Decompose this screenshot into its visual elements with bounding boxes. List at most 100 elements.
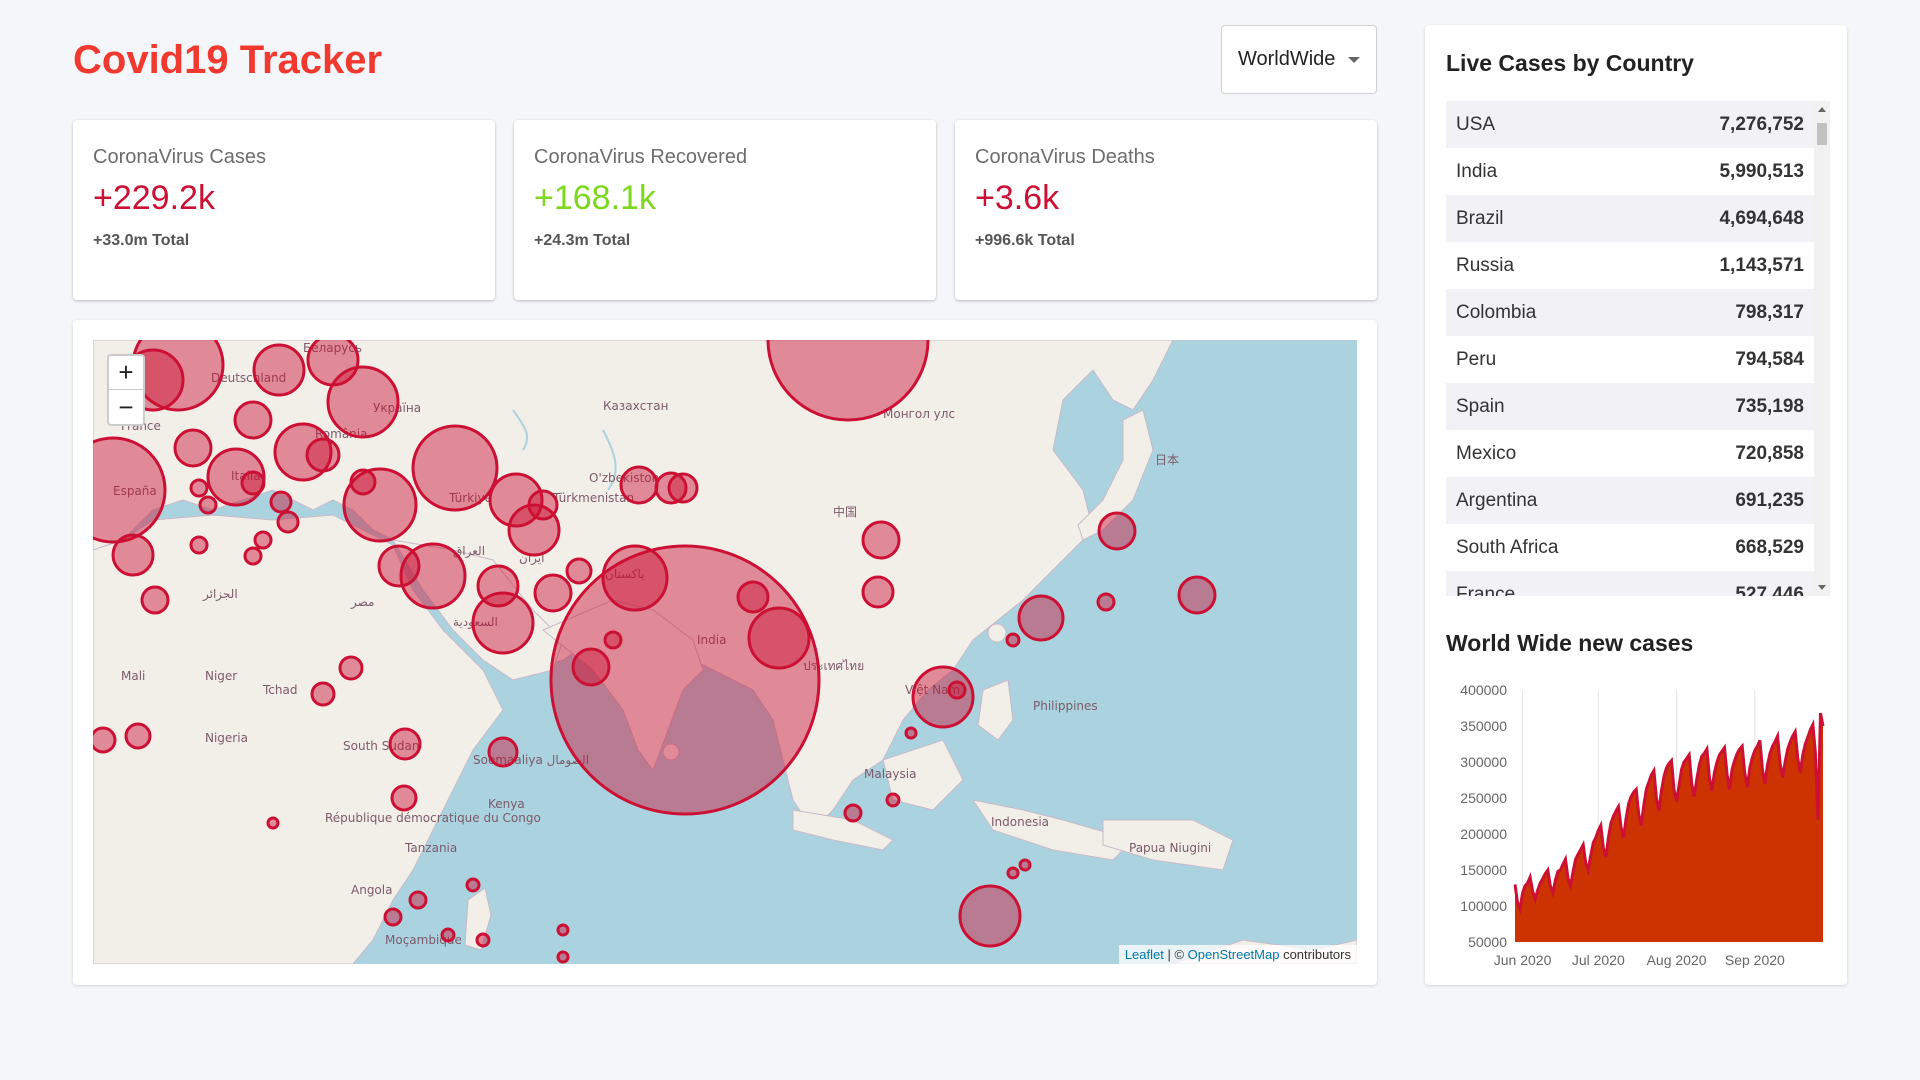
case-circle[interactable] <box>140 585 170 615</box>
country-select[interactable]: WorldWide <box>1221 25 1377 94</box>
cases-card[interactable]: CoronaVirus Cases +229.2k +33.0m Total <box>73 120 495 300</box>
case-circle[interactable] <box>326 365 400 439</box>
leaflet-link[interactable]: Leaflet <box>1125 947 1164 962</box>
table-row[interactable]: USA 7,276,752 <box>1446 101 1814 148</box>
table-row[interactable]: Russia 1,143,571 <box>1446 242 1814 289</box>
case-circle[interactable] <box>243 546 263 566</box>
case-circle[interactable] <box>408 890 428 910</box>
case-circle[interactable] <box>305 437 341 473</box>
case-circle[interactable] <box>310 681 336 707</box>
case-circle[interactable] <box>1006 866 1020 880</box>
case-circle[interactable] <box>383 907 403 927</box>
case-circle[interactable] <box>1017 594 1065 642</box>
case-circle[interactable] <box>911 665 975 729</box>
table-row[interactable]: Peru 794,584 <box>1446 336 1814 383</box>
country-name: Peru <box>1456 348 1497 370</box>
live-cases-rows: USA 7,276,752 India 5,990,513 Brazil 4,694,64… <box>1446 101 1814 596</box>
case-circle[interactable] <box>603 630 623 650</box>
case-circle[interactable] <box>173 428 213 468</box>
attribution-separator: | © <box>1163 947 1188 962</box>
case-circle[interactable] <box>667 472 699 504</box>
y-tick-label: 350000 <box>1460 718 1507 734</box>
case-circle[interactable] <box>904 726 918 740</box>
cases-card-value: +229.2k <box>93 179 215 217</box>
case-circle[interactable] <box>947 680 967 700</box>
table-row[interactable]: France 527,446 <box>1446 571 1814 596</box>
case-circle[interactable] <box>269 490 293 514</box>
scroll-up-icon[interactable] <box>1818 107 1826 112</box>
case-circle[interactable] <box>1097 511 1137 551</box>
case-circle[interactable] <box>276 510 300 534</box>
case-circle[interactable] <box>475 932 491 948</box>
table-row[interactable]: Argentina 691,235 <box>1446 477 1814 524</box>
case-circle[interactable] <box>487 736 519 768</box>
case-circle[interactable] <box>556 950 570 964</box>
country-cases: 691,235 <box>1735 489 1804 511</box>
case-circle[interactable] <box>124 722 152 750</box>
table-row[interactable]: India 5,990,513 <box>1446 148 1814 195</box>
case-circle[interactable] <box>266 816 280 830</box>
case-circle[interactable] <box>1005 632 1021 648</box>
case-circle[interactable] <box>1177 575 1217 615</box>
zoom-control: + − <box>107 354 145 426</box>
case-circle[interactable] <box>377 544 421 588</box>
scrollbar-thumb[interactable] <box>1817 123 1827 145</box>
case-circle[interactable] <box>736 580 770 614</box>
deaths-card[interactable]: CoronaVirus Deaths +3.6k +996.6k Total <box>955 120 1377 300</box>
case-circle[interactable] <box>93 726 117 754</box>
country-name: Brazil <box>1456 207 1504 229</box>
case-circle[interactable] <box>1096 592 1116 612</box>
zoom-in-button[interactable]: + <box>109 356 143 390</box>
case-circle[interactable] <box>411 424 499 512</box>
case-circle[interactable] <box>1018 858 1032 872</box>
table-row[interactable]: Brazil 4,694,648 <box>1446 195 1814 242</box>
case-circle[interactable] <box>240 470 266 496</box>
case-circle[interactable] <box>476 564 520 608</box>
case-circle[interactable] <box>390 784 418 812</box>
case-circle[interactable] <box>111 533 155 577</box>
map-label: 日本 <box>1155 453 1179 467</box>
osm-link[interactable]: OpenStreetMap <box>1188 947 1280 962</box>
case-circle[interactable] <box>233 400 273 440</box>
case-circle[interactable] <box>388 727 422 761</box>
scroll-down-icon[interactable] <box>1818 585 1826 590</box>
table-row[interactable]: South Africa 668,529 <box>1446 524 1814 571</box>
case-circle[interactable] <box>958 884 1022 948</box>
case-circle[interactable] <box>571 647 611 687</box>
case-circle[interactable] <box>533 573 573 613</box>
case-circle[interactable] <box>252 343 306 397</box>
country-cases: 668,529 <box>1735 536 1804 558</box>
case-circle[interactable] <box>861 575 895 609</box>
map-canvas[interactable]: БеларусьDeutschlandFranceEspañaItaliaУкр… <box>93 340 1357 964</box>
recovered-card-value: +168.1k <box>534 179 656 217</box>
case-circle[interactable] <box>619 465 659 505</box>
case-circle[interactable] <box>747 606 811 670</box>
case-circle[interactable] <box>189 478 209 498</box>
table-row[interactable]: Colombia 798,317 <box>1446 289 1814 336</box>
table-row[interactable]: Mexico 720,858 <box>1446 430 1814 477</box>
country-cases: 720,858 <box>1735 442 1804 464</box>
case-circle[interactable] <box>349 468 377 496</box>
world-map[interactable]: БеларусьDeutschlandFranceEspañaItaliaУкр… <box>93 340 1357 964</box>
table-scrollbar[interactable] <box>1814 101 1830 596</box>
case-circle[interactable] <box>861 520 901 560</box>
case-circle[interactable] <box>556 923 570 937</box>
case-circle[interactable] <box>198 495 218 515</box>
case-circle[interactable] <box>440 927 456 943</box>
chevron-down-icon <box>1348 57 1360 63</box>
table-row[interactable]: Spain 735,198 <box>1446 383 1814 430</box>
x-tick-label: Sep 2020 <box>1725 952 1785 968</box>
case-circle[interactable] <box>885 792 901 808</box>
live-cases-table[interactable]: USA 7,276,752 India 5,990,513 Brazil 4,694,64… <box>1446 101 1830 596</box>
case-circle[interactable] <box>253 530 273 550</box>
zoom-out-button[interactable]: − <box>109 390 143 424</box>
case-circle[interactable] <box>338 655 364 681</box>
case-circle[interactable] <box>527 489 559 521</box>
case-circle[interactable] <box>189 535 209 555</box>
recovered-card[interactable]: CoronaVirus Recovered +168.1k +24.3m Tot… <box>514 120 936 300</box>
case-circle[interactable] <box>465 877 481 893</box>
case-circle[interactable] <box>843 803 863 823</box>
case-circle[interactable] <box>565 557 593 585</box>
case-circle[interactable] <box>601 544 669 612</box>
country-cases: 1,143,571 <box>1719 254 1804 276</box>
